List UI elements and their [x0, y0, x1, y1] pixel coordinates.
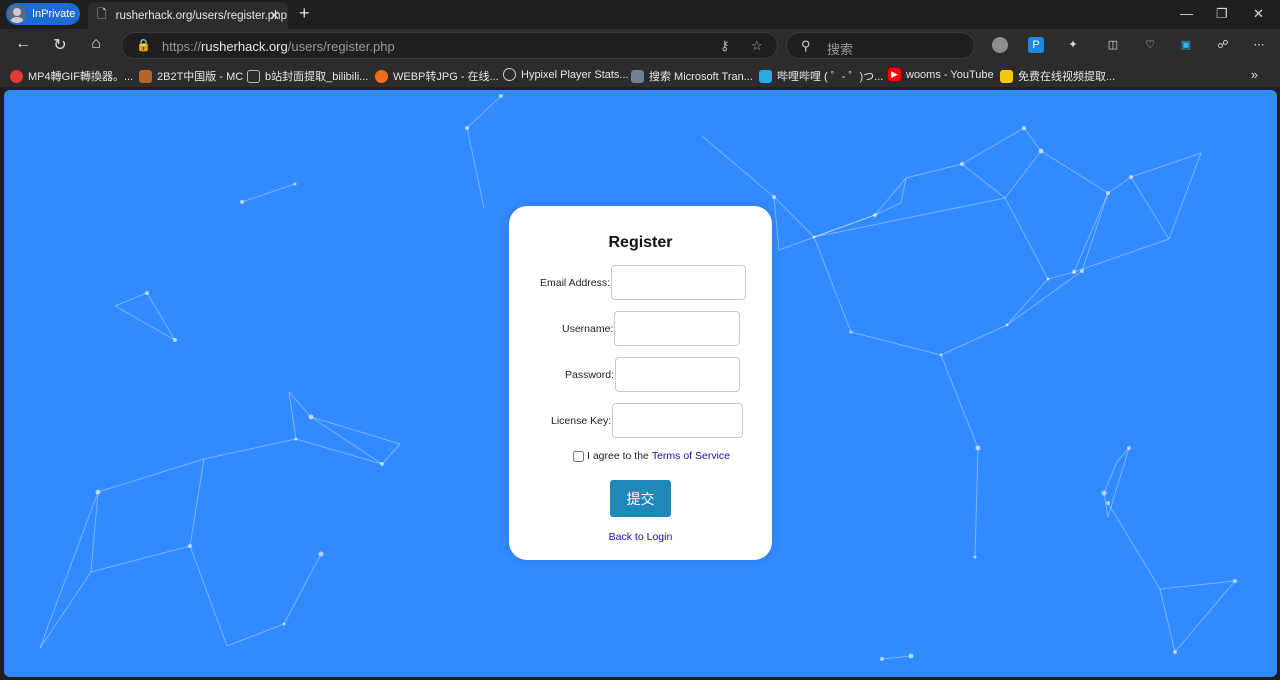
username-label: Username:: [562, 322, 614, 335]
bookmark-item[interactable]: 哔哩哔哩 ( ゜- ゜)つ...: [759, 68, 883, 84]
search-icon: ⚲: [801, 38, 811, 53]
bookmark-label: 免费在线视频提取...: [1018, 71, 1116, 83]
hexagon-icon: [503, 68, 516, 81]
terms-of-service-link[interactable]: Terms of Service: [652, 450, 730, 462]
submit-button[interactable]: 提交: [610, 480, 671, 517]
page-content: Register Email Address: Username: Passwo…: [4, 90, 1277, 677]
split-screen-icon[interactable]: ◫: [1105, 37, 1121, 53]
bookmark-item[interactable]: 搜索 Microsoft Tran...: [631, 68, 753, 84]
back-to-login-link[interactable]: Back to Login: [609, 531, 673, 543]
url-domain: rusherhack.org: [201, 39, 288, 54]
terms-checkbox[interactable]: [573, 450, 584, 462]
bookmark-item[interactable]: WEBP转JPG - 在线...: [375, 68, 499, 84]
password-row: Password:: [565, 357, 741, 392]
bookmark-label: 2B2T中国版 - MC: [157, 71, 244, 83]
bookmarks-bar: MP4轉GIF轉換器。... 2B2T中国版 - MC b站封面提取_bilib…: [0, 62, 1280, 88]
url-text[interactable]: https://rusherhack.org/users/register.ph…: [162, 39, 395, 54]
bookmark-item[interactable]: ▶ wooms - YouTube: [888, 68, 994, 81]
username-row: Username:: [562, 311, 741, 346]
username-field[interactable]: [614, 311, 741, 346]
avatar-icon: [8, 5, 26, 23]
extension-icon[interactable]: [992, 37, 1008, 53]
youtube-icon: ▶: [888, 68, 901, 81]
form-title: Register: [608, 234, 673, 251]
search-placeholder: 搜索: [827, 42, 854, 57]
bookmark-icon: [1000, 69, 1013, 83]
bookmark-icon: [631, 69, 644, 83]
restore-button[interactable]: ❐: [1216, 6, 1228, 22]
bookmark-item[interactable]: MP4轉GIF轉換器。...: [10, 68, 133, 84]
tab-title: rusherhack.org/users/register.php: [115, 9, 287, 22]
bookmark-label: wooms - YouTube: [906, 68, 994, 81]
email-field[interactable]: [611, 265, 747, 300]
url-path: /users/register.php: [287, 39, 395, 54]
reload-icon[interactable]: ↻: [49, 35, 71, 55]
browser-toolbar: ← ↻ ⌂ 🔒 https://rusherhack.org/users/reg…: [0, 29, 1280, 62]
license-row: License Key:: [551, 403, 744, 438]
license-key-field[interactable]: [612, 403, 744, 438]
more-menu-icon[interactable]: ⋯: [1251, 37, 1267, 53]
tab-register[interactable]: 🗋 rusherhack.org/users/register.php ✕: [88, 2, 288, 29]
page-icon: [247, 69, 260, 83]
password-field[interactable]: [615, 357, 741, 392]
bookmark-label: Hypixel Player Stats...: [521, 68, 629, 81]
bookmark-item[interactable]: 免费在线视频提取...: [1000, 68, 1115, 84]
bookmark-item[interactable]: b站封面提取_bilibili...: [247, 68, 368, 84]
lock-icon[interactable]: 🔒: [136, 38, 151, 52]
browser-essentials-icon[interactable]: ♡: [1142, 37, 1158, 53]
back-arrow-icon[interactable]: ←: [12, 35, 34, 53]
bookmark-icon: [139, 69, 152, 83]
bookmark-label: MP4轉GIF轉換器。...: [28, 71, 134, 83]
url-prefix: https://: [162, 39, 202, 54]
bookmark-label: 哔哩哔哩 ( ゜- ゜)つ...: [777, 71, 884, 83]
bookmark-label: WEBP转JPG - 在线...: [393, 71, 499, 83]
bookmark-icon: [375, 69, 388, 83]
page-icon: 🗋: [97, 7, 107, 21]
register-form-card: Register Email Address: Username: Passwo…: [509, 206, 772, 560]
search-box[interactable]: ⚲ 搜索: [786, 32, 975, 59]
email-row: Email Address:: [540, 265, 747, 300]
bilibili-icon: [759, 69, 772, 83]
extensions-puzzle-icon[interactable]: ✦: [1065, 37, 1081, 53]
bookmark-item[interactable]: Hypixel Player Stats...: [503, 68, 629, 81]
close-window-button[interactable]: ✕: [1253, 6, 1264, 22]
copilot-icon[interactable]: ☍: [1215, 37, 1231, 53]
license-label: License Key:: [551, 414, 612, 427]
more-bookmarks-button[interactable]: »: [1251, 67, 1258, 82]
password-label: Password:: [565, 368, 615, 381]
new-tab-button[interactable]: +: [299, 3, 310, 24]
bookmark-label: b站封面提取_bilibili...: [265, 71, 369, 83]
bookmark-icon: [10, 69, 23, 83]
bookmark-item[interactable]: 2B2T中国版 - MC: [139, 68, 243, 84]
favorite-star-icon[interactable]: ☆: [751, 38, 763, 54]
back-link-row: Back to Login: [509, 531, 772, 543]
email-label: Email Address:: [540, 276, 611, 289]
key-icon[interactable]: ⚷: [720, 38, 730, 54]
inprivate-profile-button[interactable]: InPrivate: [6, 3, 80, 25]
address-bar[interactable]: 🔒 https://rusherhack.org/users/register.…: [121, 32, 778, 59]
collections-icon[interactable]: ▣: [1178, 37, 1194, 53]
browser-title-bar: InPrivate 🗋 rusherhack.org/users/registe…: [0, 0, 1280, 29]
terms-agreement: I agree to the Terms of Service: [573, 450, 730, 462]
inprivate-label: InPrivate: [32, 8, 76, 20]
translate-extension-icon[interactable]: P: [1028, 37, 1044, 53]
bookmark-label: 搜索 Microsoft Tran...: [649, 71, 753, 83]
tab-close-icon[interactable]: ✕: [269, 8, 280, 24]
minimize-button[interactable]: —: [1180, 6, 1193, 21]
agree-text: I agree to the: [587, 450, 649, 462]
home-icon[interactable]: ⌂: [85, 35, 107, 53]
